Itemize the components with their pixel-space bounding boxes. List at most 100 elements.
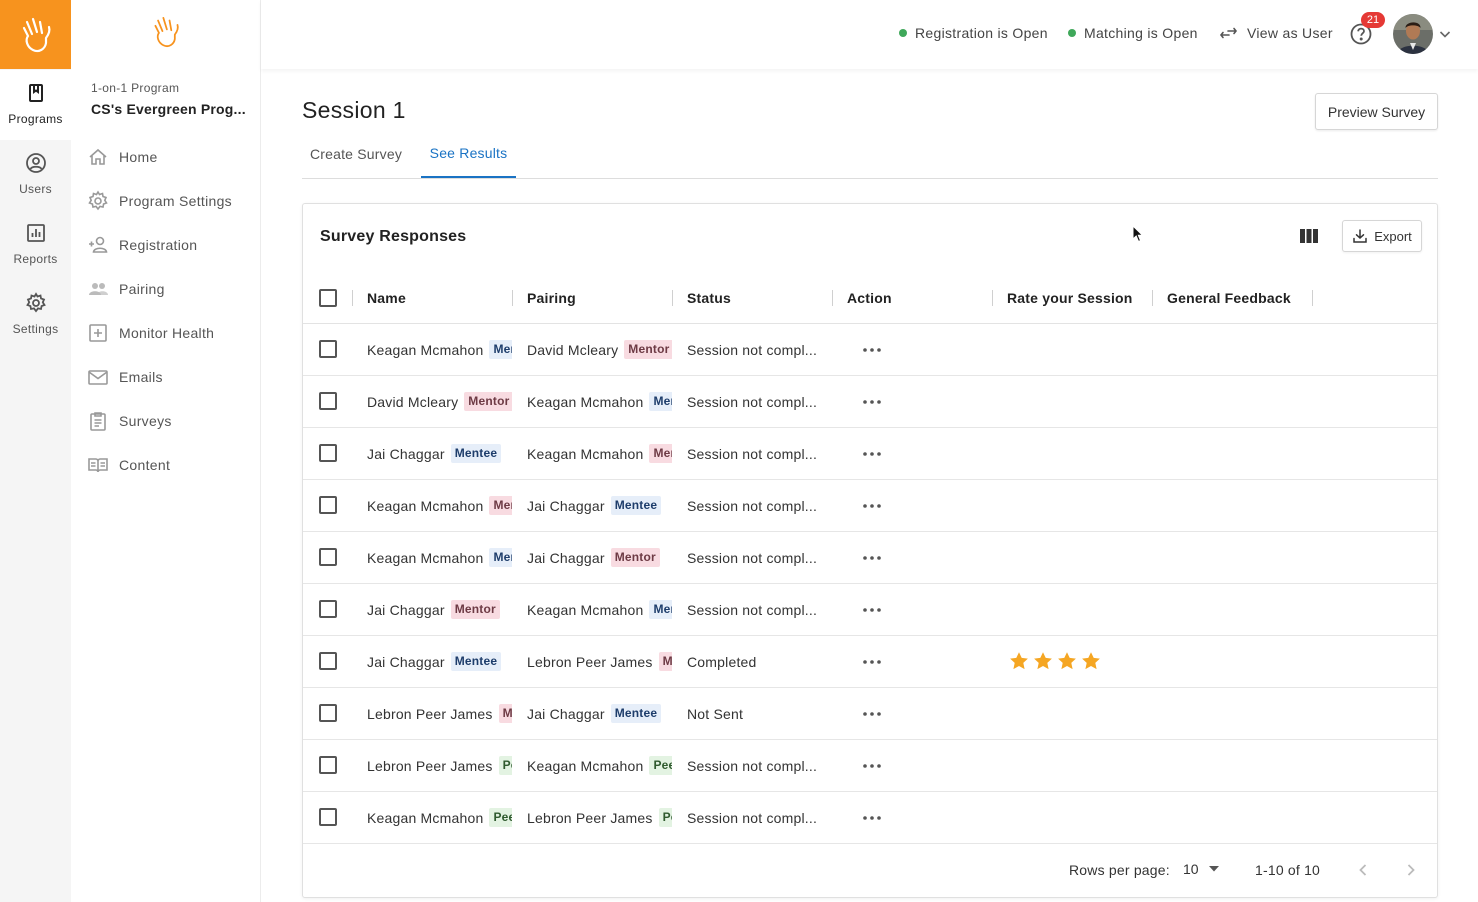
table-row[interactable]: Keagan Mcmahon Mentee Jai Chaggar Mentor Ses…: [303, 532, 1437, 584]
row-checkbox[interactable]: [319, 548, 337, 566]
column-header-general-feedback[interactable]: General Feedback: [1167, 271, 1291, 324]
row-checkbox[interactable]: [319, 392, 337, 410]
program-type: 1-on-1 Program: [91, 81, 180, 95]
status-cell: Session not compl...: [687, 809, 818, 826]
more-actions-button[interactable]: [862, 704, 882, 724]
rail-item-reports[interactable]: Reports: [0, 210, 71, 280]
star-icon: [1082, 652, 1100, 670]
row-checkbox[interactable]: [319, 652, 337, 670]
export-button[interactable]: Export: [1342, 220, 1422, 252]
status-cell: Completed: [687, 653, 757, 670]
nav-item-content[interactable]: Content: [87, 453, 170, 477]
pairing-cell: Jai Chaggar Mentor: [527, 532, 672, 583]
column-header-status[interactable]: Status: [687, 271, 731, 324]
nav-item-emails[interactable]: Emails: [87, 365, 163, 389]
preview-survey-button[interactable]: Preview Survey: [1315, 93, 1438, 130]
rail-item-users[interactable]: Users: [0, 140, 71, 210]
row-checkbox[interactable]: [319, 444, 337, 462]
status-cell: Session not compl...: [687, 341, 818, 358]
more-actions-button[interactable]: [862, 548, 882, 568]
column-divider[interactable]: [832, 290, 833, 306]
more-actions-button[interactable]: [862, 392, 882, 412]
select-all-checkbox[interactable]: [319, 289, 337, 307]
chevron-left-icon: [1359, 864, 1367, 876]
table-row[interactable]: Keagan Mcmahon Mentor Jai Chaggar Mentee Ses…: [303, 480, 1437, 532]
column-header-pairing[interactable]: Pairing: [527, 271, 576, 324]
pairing-name: Jai Chaggar: [527, 549, 605, 566]
status-cell: Session not compl...: [687, 549, 818, 566]
role-tag: Peer: [649, 756, 672, 775]
more-actions-button[interactable]: [862, 340, 882, 360]
table-row[interactable]: Lebron Peer James Mentor Jai Chaggar Mentee…: [303, 688, 1437, 740]
row-checkbox[interactable]: [319, 496, 337, 514]
column-divider[interactable]: [1152, 290, 1153, 306]
more-actions-button[interactable]: [862, 496, 882, 516]
row-checkbox[interactable]: [319, 600, 337, 618]
table-row[interactable]: David Mcleary Mentor Keagan Mcmahon Mentee S…: [303, 376, 1437, 428]
tab-see-results[interactable]: See Results: [421, 130, 516, 178]
role-tag: Mentor: [658, 652, 672, 671]
column-header-action[interactable]: Action: [847, 271, 892, 324]
rail-label-users: Users: [19, 182, 52, 196]
avatar[interactable]: [1393, 14, 1433, 54]
table-row[interactable]: Jai Chaggar Mentor Keagan Mcmahon Mentee Ses…: [303, 584, 1437, 636]
rows-per-page-select[interactable]: 10: [1183, 861, 1219, 877]
table-row[interactable]: Keagan Mcmahon Mentee David Mcleary Mentor S…: [303, 324, 1437, 376]
columns-icon[interactable]: [1300, 229, 1318, 243]
row-checkbox[interactable]: [319, 808, 337, 826]
more-actions-button[interactable]: [862, 808, 882, 828]
more-actions-button[interactable]: [862, 444, 882, 464]
status-cell: Not Sent: [687, 705, 744, 722]
mouse-cursor-icon: [1132, 225, 1144, 243]
column-divider[interactable]: [512, 290, 513, 306]
more-actions-button[interactable]: [862, 600, 882, 620]
previous-page-button[interactable]: [1351, 858, 1375, 882]
column-divider[interactable]: [672, 290, 673, 306]
status-cell: Session not compl...: [687, 757, 818, 774]
table-row[interactable]: Jai Chaggar Mentee Lebron Peer James Mentor…: [303, 636, 1437, 688]
next-page-button[interactable]: [1399, 858, 1423, 882]
nav-item-registration[interactable]: Registration: [87, 233, 197, 257]
name-cell: Jai Chaggar Mentee: [367, 636, 512, 687]
page-title: Session 1: [302, 97, 406, 123]
pairing-name: Keagan Mcmahon: [527, 393, 644, 410]
chevron-down-icon[interactable]: [1438, 27, 1452, 41]
rail-item-settings[interactable]: Settings: [0, 280, 71, 350]
table-row[interactable]: Lebron Peer James Peer Keagan Mcmahon Peer S…: [303, 740, 1437, 792]
view-as-user-button[interactable]: View as User: [1219, 25, 1333, 41]
row-checkbox[interactable]: [319, 704, 337, 722]
row-checkbox[interactable]: [319, 756, 337, 774]
name-cell: Lebron Peer James Peer: [367, 740, 512, 791]
bar-chart-icon: [26, 224, 45, 242]
book-icon: [28, 84, 43, 102]
rail-item-programs[interactable]: Programs: [0, 70, 71, 140]
status-dot-icon: [1068, 29, 1076, 37]
rail-label-programs: Programs: [8, 112, 63, 126]
notification-badge[interactable]: 21: [1361, 12, 1385, 28]
table-row[interactable]: Keagan Mcmahon Peer Lebron Peer James Peer S…: [303, 792, 1437, 844]
table-row[interactable]: Jai Chaggar Mentee Keagan Mcmahon Mentor Ses…: [303, 428, 1437, 480]
nav-item-program-settings[interactable]: Program Settings: [87, 189, 232, 213]
column-divider[interactable]: [992, 290, 993, 306]
row-checkbox[interactable]: [319, 340, 337, 358]
gear-icon: [25, 292, 46, 313]
column-header-name[interactable]: Name: [367, 271, 406, 324]
column-header-rate-your-session[interactable]: Rate your Session: [1007, 271, 1133, 324]
role-tag: Mentor: [649, 444, 672, 463]
column-divider[interactable]: [1312, 290, 1313, 306]
nav-item-pairing[interactable]: Pairing: [87, 277, 165, 301]
pairing-cell: Keagan Mcmahon Mentee: [527, 376, 672, 427]
brand-logo[interactable]: [0, 0, 71, 69]
nav-item-surveys[interactable]: Surveys: [87, 409, 172, 433]
nav-item-monitor-health[interactable]: Monitor Health: [87, 321, 214, 345]
program-name[interactable]: CS's Evergreen Prog...: [91, 101, 251, 117]
table-header: Name Pairing Status Action Rate your Ses…: [303, 271, 1437, 324]
user-circle-icon: [25, 153, 46, 173]
registration-status[interactable]: Registration is Open: [899, 25, 1048, 41]
tab-create-survey[interactable]: Create Survey: [302, 130, 410, 178]
more-actions-button[interactable]: [862, 756, 882, 776]
matching-status-text: Matching is Open: [1084, 25, 1198, 41]
more-actions-button[interactable]: [862, 652, 882, 672]
nav-item-home[interactable]: Home: [87, 145, 158, 169]
matching-status[interactable]: Matching is Open: [1068, 25, 1198, 41]
